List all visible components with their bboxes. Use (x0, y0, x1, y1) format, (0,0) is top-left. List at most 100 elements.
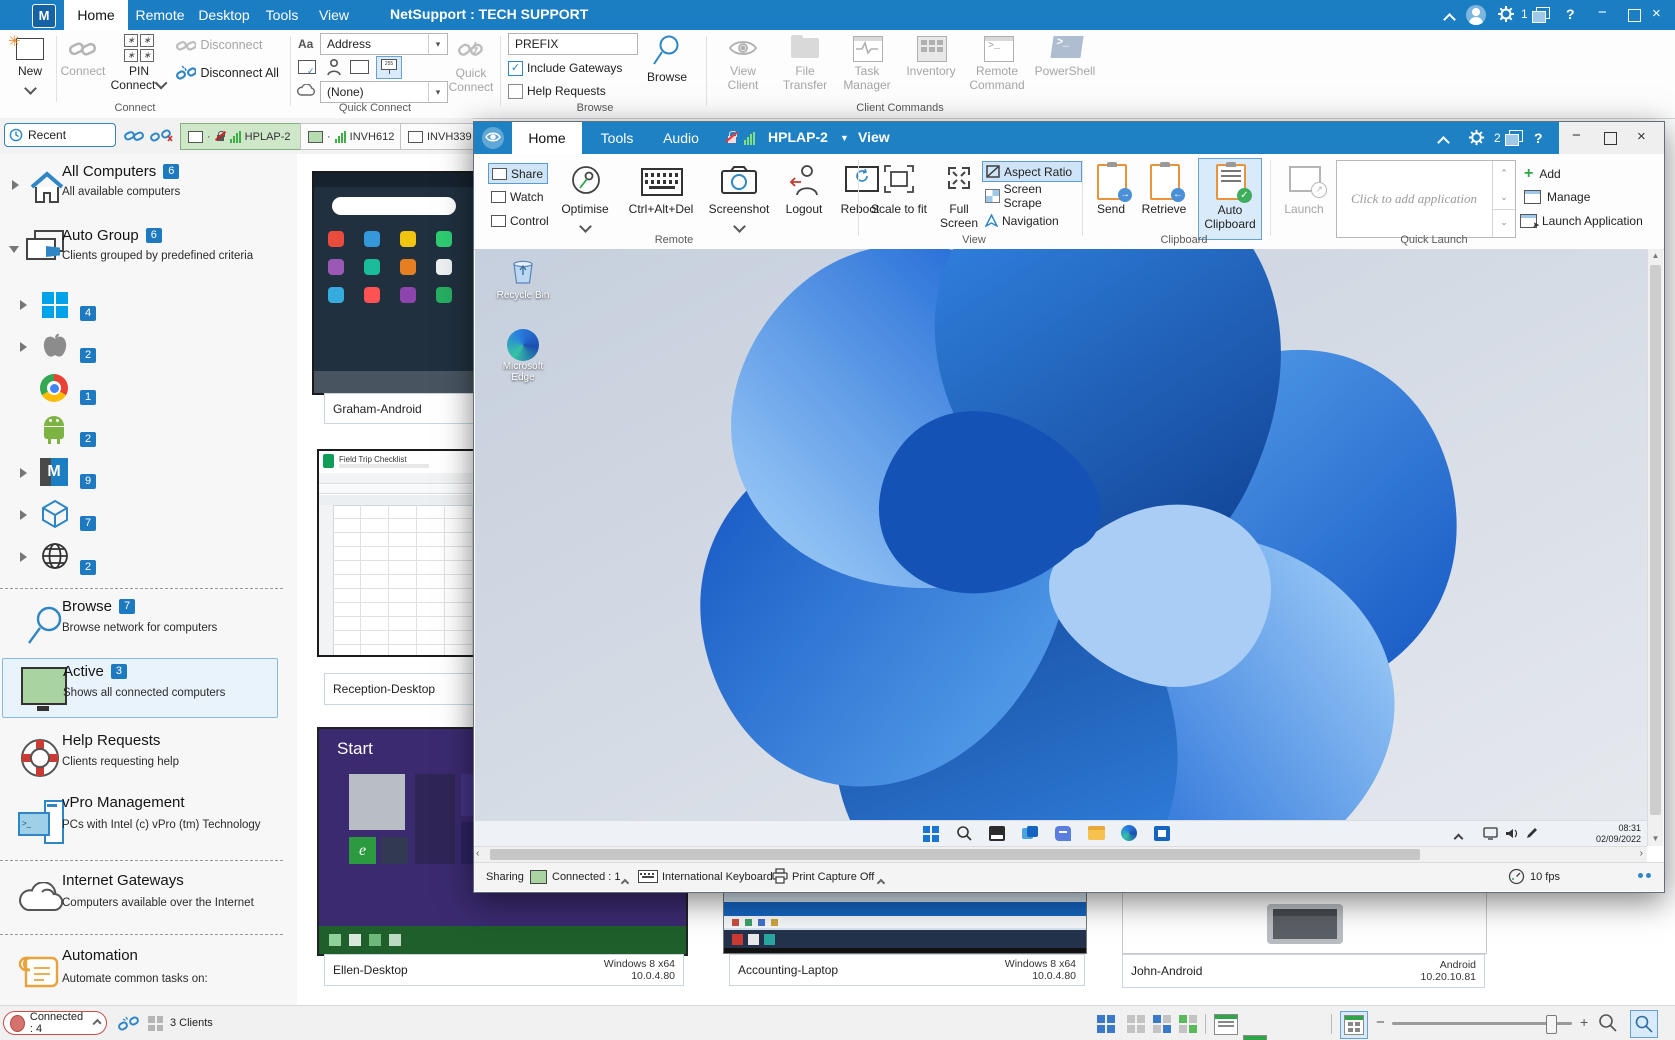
powershell-button[interactable]: >_ PowerShell (1032, 34, 1098, 104)
tab-remote[interactable]: Remote (128, 0, 192, 30)
close-button[interactable]: × (1652, 5, 1661, 22)
launch-application-button[interactable]: ➤ Launch Application (1520, 212, 1660, 230)
thumbnail-reception-desktop[interactable]: Field Trip Checklist (317, 449, 479, 657)
retrieve-clipboard-button[interactable]: ← Retrieve (1136, 164, 1192, 242)
quick-launch-scroll[interactable]: ⌃ ⌄ ⌄ (1492, 161, 1515, 237)
tray-pen-icon[interactable] (1525, 827, 1538, 845)
view-client-button[interactable]: View Client (714, 34, 772, 104)
scroll-left-icon[interactable]: ‹ (476, 848, 479, 859)
screen-scrape-button[interactable]: Screen Scrape (982, 186, 1084, 205)
print-expand-icon[interactable] (878, 873, 884, 891)
taskbar-clock[interactable]: 08:31 02/09/2022 (1555, 823, 1641, 845)
recent-searchbox[interactable]: Recent (4, 123, 116, 147)
hscroll-thumb[interactable] (490, 849, 1420, 860)
tab-tools[interactable]: Tools (256, 0, 308, 30)
layout-grid-blue-icon[interactable] (1097, 1015, 1115, 1033)
tray-display-icon[interactable] (1483, 827, 1498, 845)
viewer-minimize-button[interactable]: − (1572, 127, 1581, 144)
scroll-up-icon[interactable]: ▲ (1648, 249, 1663, 263)
thumbnail-label-accounting[interactable]: Accounting-Laptop Windows 8 x6410.0.4.80 (729, 954, 1085, 986)
maximize-button[interactable] (1628, 9, 1641, 22)
remote-command-button[interactable]: >_ Remote Command (966, 34, 1028, 104)
inventory-button[interactable]: Inventory (900, 34, 962, 104)
help-requests-checkbox[interactable] (508, 84, 523, 99)
send-clipboard-button[interactable]: → Send (1088, 164, 1134, 242)
taskbar-explorer-icon[interactable] (1088, 826, 1105, 840)
viewer-tab-audio[interactable]: Audio (650, 122, 712, 154)
view-thumbnails-icon[interactable] (1340, 1011, 1368, 1039)
sidebar-item-active[interactable]: Active3 Shows all connected computers (2, 658, 278, 718)
task-manager-button[interactable]: Task Manager (838, 34, 896, 104)
quick-launch-app-box[interactable]: Click to add application ⌃ ⌄ ⌄ (1336, 160, 1516, 238)
disconnect-button[interactable]: Disconnect (176, 36, 286, 58)
fit-to-window-icon[interactable] (1630, 1010, 1658, 1038)
link-icon[interactable] (124, 126, 144, 149)
sidebar-platform-android[interactable]: 2 (0, 412, 290, 452)
settings-gear-icon[interactable] (1496, 4, 1516, 27)
viewer-close-button[interactable]: × (1637, 128, 1646, 145)
full-screen-button[interactable]: Full Screen (932, 164, 986, 242)
vscroll-thumb[interactable] (1650, 265, 1661, 815)
taskbar-edge-icon[interactable] (1121, 825, 1137, 841)
viewer-maximize-button[interactable] (1604, 132, 1617, 145)
disconnect-all-button[interactable]: Disconnect All (176, 64, 296, 86)
zoom-slider-handle[interactable] (1546, 1015, 1557, 1034)
aspect-ratio-button[interactable]: Aspect Ratio (982, 161, 1082, 182)
connect-type-monitor-icon[interactable]: ✓ (298, 60, 320, 77)
connect-type-broadcast-icon[interactable]: 255 (376, 56, 402, 79)
screenshot-button[interactable]: Screenshot (702, 164, 776, 242)
sidebar-platform-chrome[interactable]: 1 (0, 370, 290, 410)
zoom-in-button[interactable]: + (1580, 1014, 1588, 1030)
connected-status-button[interactable]: Connected : 4 (3, 1011, 107, 1035)
connect-button[interactable]: Connect (60, 34, 106, 104)
sidebar-item-browse[interactable]: Browse7 Browse network for computers (0, 596, 290, 652)
thumbnail-label-john[interactable]: John-Android Android10.20.10.81 (1122, 954, 1485, 988)
layout-grid-gray-icon[interactable] (1127, 1015, 1145, 1033)
taskbar-taskview-icon[interactable] (1022, 826, 1038, 841)
sidebar-platform-netsupport[interactable]: M 9 (0, 454, 290, 494)
connect-type-user-icon[interactable] (326, 58, 342, 81)
viewer-tab-home[interactable]: Home (512, 122, 582, 154)
tab-desktop[interactable]: Desktop (192, 0, 256, 30)
sidebar-item-vpro[interactable]: >_ vPro Management PCs with Intel (c) vP… (0, 792, 290, 852)
scroll-right-icon[interactable]: › (1640, 848, 1643, 859)
zoom-slider-track[interactable] (1392, 1022, 1572, 1025)
include-gateways-checkbox[interactable]: ✓ (508, 61, 523, 76)
connected-expand-icon[interactable] (622, 873, 628, 891)
connect-type-screen-icon[interactable] (350, 60, 369, 79)
zoom-percent-icon[interactable] (1598, 1013, 1618, 1038)
pin-connect-button[interactable]: ∗∗∗∗ PIN Connect (108, 34, 170, 104)
sidebar-item-all-computers[interactable]: All Computers6 All available computers (0, 160, 290, 212)
quick-connect-button[interactable]: Quick Connect (446, 36, 496, 102)
scale-to-fit-button[interactable]: Scale to fit (866, 164, 932, 242)
taskbar-tray-chevron-icon[interactable] (1455, 829, 1462, 846)
manage-applications-button[interactable]: Manage (1524, 188, 1654, 206)
viewer-help-icon[interactable]: ? (1534, 130, 1543, 146)
taskbar-chat-icon[interactable] (1055, 826, 1071, 841)
optimise-button[interactable]: Optimise (554, 164, 616, 242)
connection-tab-invh612[interactable]: · INVH612 (300, 123, 412, 150)
remote-desktop-view[interactable]: Recycle Bin Microsoft Edge (475, 249, 1647, 846)
sidebar-item-automation[interactable]: Automation Automate common tasks on: (0, 942, 290, 1000)
taskbar-store-icon[interactable] (1154, 826, 1170, 841)
user-avatar[interactable] (1466, 5, 1486, 25)
sidebar-platform-windows[interactable]: 4 (0, 286, 290, 326)
tray-speaker-icon[interactable] (1505, 827, 1519, 845)
start-button-icon[interactable] (923, 826, 939, 842)
desktop-icon-recycle-bin[interactable]: Recycle Bin (491, 255, 555, 301)
zoom-out-button[interactable]: − (1376, 1014, 1385, 1031)
connection-tab-hplap2[interactable]: · HPLAP-2 (180, 123, 312, 150)
viewer-ribbon-collapse-icon[interactable] (1439, 135, 1448, 150)
thumbnail-graham-android[interactable] (312, 171, 479, 395)
windows-stack-icon[interactable] (1532, 7, 1549, 22)
sidebar-item-auto-group[interactable]: Auto Group6 Clients grouped by predefine… (0, 222, 290, 274)
watch-button[interactable]: Watch (488, 187, 550, 206)
unlink-icon[interactable] (150, 126, 174, 149)
desktop-icon-edge[interactable]: Microsoft Edge (491, 329, 555, 383)
browse-button[interactable]: Browse (640, 34, 694, 102)
viewer-windows-stack-icon[interactable] (1505, 130, 1522, 145)
gateway-combobox[interactable]: (None)▾ (320, 81, 448, 103)
viewer-vscrollbar[interactable]: ▲ ▼ (1647, 249, 1663, 846)
thumbnail-label-reception[interactable]: Reception-Desktop (324, 673, 475, 705)
new-button[interactable]: ✳ New (8, 34, 52, 104)
